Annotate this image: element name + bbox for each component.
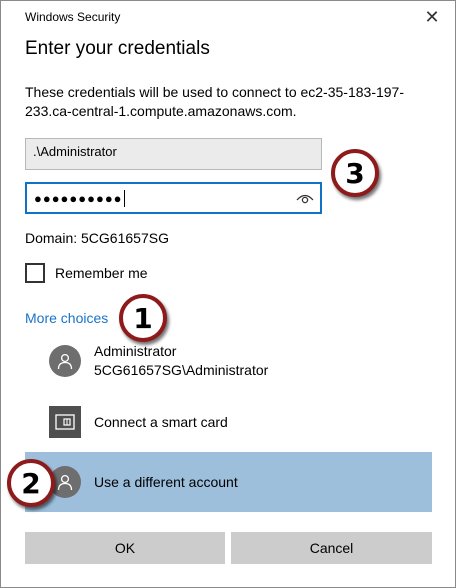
title-bar: Windows Security ✕: [1, 1, 455, 33]
smart-card-option[interactable]: Connect a smart card: [25, 403, 432, 441]
reveal-password-eye-icon[interactable]: [296, 190, 314, 206]
password-mask: ●●●●●●●●●●: [34, 190, 123, 206]
annotation-badge-3: 3: [331, 149, 379, 197]
user-avatar-icon: [49, 345, 81, 377]
text-caret: [123, 189, 125, 207]
password-field[interactable]: ●●●●●●●●●●: [25, 182, 322, 214]
cancel-button[interactable]: Cancel: [231, 532, 432, 564]
dialog-description: These credentials will be used to connec…: [25, 84, 404, 119]
remember-me-row: Remember me: [25, 263, 148, 283]
dialog-heading: Enter your credentials: [25, 38, 210, 59]
annotation-badge-1: 1: [119, 294, 167, 342]
different-account-label: Use a different account: [94, 474, 238, 490]
windows-security-dialog: Windows Security ✕ Enter your credential…: [0, 0, 456, 588]
account-option-administrator[interactable]: Administrator 5CG61657SG\Administrator: [25, 341, 432, 381]
account-option-text: Administrator 5CG61657SG\Administrator: [94, 342, 268, 380]
smart-card-label: Connect a smart card: [94, 414, 228, 430]
annotation-badge-2: 2: [7, 459, 55, 507]
remember-me-label[interactable]: Remember me: [55, 265, 148, 281]
more-choices-link[interactable]: More choices: [25, 310, 108, 326]
different-account-option[interactable]: Use a different account: [25, 452, 432, 512]
close-icon[interactable]: ✕: [417, 5, 447, 29]
smart-card-icon: [49, 406, 81, 438]
domain-label: Domain: 5CG61657SG: [25, 230, 169, 246]
ok-button[interactable]: OK: [25, 532, 225, 564]
account-full-name: 5CG61657SG\Administrator: [94, 362, 269, 378]
window-title: Windows Security: [25, 10, 121, 24]
account-name: Administrator: [94, 343, 177, 359]
remember-me-checkbox[interactable]: [25, 263, 45, 283]
username-field[interactable]: .\Administrator: [25, 138, 322, 170]
